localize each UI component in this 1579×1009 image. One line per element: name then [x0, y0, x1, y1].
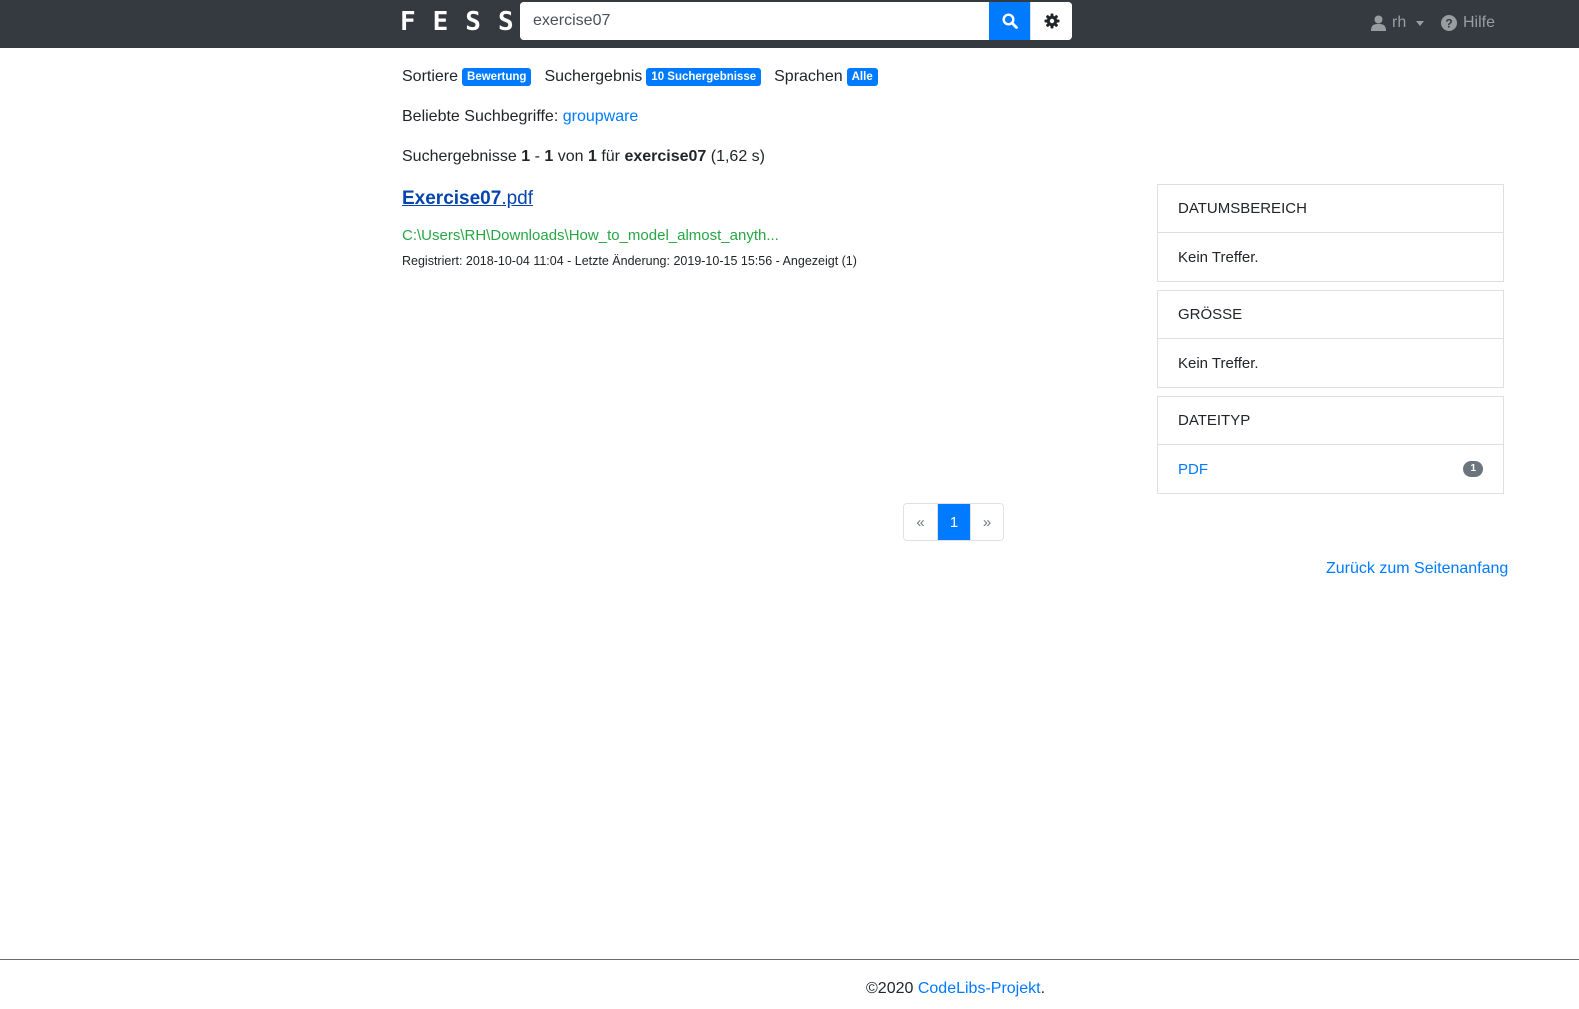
user-icon [1371, 15, 1386, 31]
help-label: Hilfe [1463, 14, 1496, 31]
popular-term-link[interactable]: groupware [563, 108, 639, 125]
facet-size: GRÖSSE Kein Treffer. [1157, 290, 1504, 388]
footer-divider [0, 959, 1579, 960]
user-menu[interactable]: rh [1371, 12, 1425, 34]
result-title-rest: .pdf [501, 188, 534, 209]
results-per-page-filter[interactable]: Suchergebnis 10 Suchergebnisse [544, 68, 762, 86]
sort-filter[interactable]: Sortiere Bewertung [402, 68, 532, 86]
results-badge[interactable]: 10 Suchergebnisse [646, 68, 762, 86]
popular-terms-label: Beliebte Suchbegriffe: [402, 108, 559, 125]
next-page-button[interactable]: » [970, 504, 1003, 540]
back-to-top-link[interactable]: Zurück zum Seitenanfang [1326, 560, 1508, 578]
footer: ©2020 CodeLibs-Projekt. [866, 980, 1045, 998]
search-bar [520, 2, 1072, 40]
facet-file-type: DATEITYP PDF 1 [1157, 396, 1504, 494]
language-filter[interactable]: Sprachen Alle [774, 68, 878, 86]
sort-label: Sortiere [402, 68, 459, 85]
result-meta: Registriert: 2018-10-04 11:04 - Letzte Ä… [402, 254, 857, 268]
prev-page-button[interactable]: « [904, 504, 937, 540]
summary-for: für [601, 148, 620, 165]
help-icon: ? [1441, 15, 1457, 31]
codelibs-link[interactable]: CodeLibs-Projekt [918, 980, 1041, 997]
result-url: C:\Users\RH\Downloads\How_to_model_almos… [402, 227, 779, 244]
result-title-link[interactable]: Exercise07.pdf [402, 188, 533, 210]
facet-title: GRÖSSE [1158, 291, 1503, 339]
language-badge[interactable]: Alle [846, 68, 878, 86]
summary-prefix: Suchergebnisse [402, 148, 517, 165]
search-options-button[interactable] [1030, 2, 1072, 40]
facet-empty: Kein Treffer. [1178, 354, 1259, 372]
search-button[interactable] [989, 2, 1030, 40]
facet-date-range: DATUMSBEREICH Kein Treffer. [1157, 184, 1504, 282]
summary-end: 1 [544, 148, 554, 165]
result-summary: Suchergebnisse 1 - 1 von 1 für exercise0… [402, 148, 765, 166]
search-icon [1001, 13, 1018, 29]
summary-time: (1,62 s) [710, 148, 765, 165]
summary-dash: - [534, 148, 540, 165]
user-name: rh [1392, 14, 1407, 31]
chevron-down-icon [1416, 20, 1425, 26]
facet-title: DATUMSBEREICH [1158, 185, 1503, 233]
popular-terms: Beliebte Suchbegriffe: groupware [402, 108, 638, 126]
svg-text:?: ? [1445, 17, 1452, 31]
summary-start: 1 [521, 148, 531, 165]
facet-empty: Kein Treffer. [1178, 248, 1259, 266]
result-title-highlight: Exercise07 [402, 188, 502, 209]
page-button-current[interactable]: 1 [937, 504, 970, 540]
footer-suffix: . [1040, 980, 1046, 997]
search-input[interactable] [520, 2, 989, 40]
help-link[interactable]: ? Hilfe [1441, 12, 1495, 34]
navbar: FESS rh [0, 0, 1579, 48]
summary-total: 1 [587, 148, 597, 165]
summary-of: von [557, 148, 584, 165]
pagination: « 1 » [903, 503, 1004, 541]
results-label: Suchergebnis [544, 68, 643, 85]
facet-item-label[interactable]: PDF [1178, 461, 1208, 478]
facet-title: DATEITYP [1158, 397, 1503, 445]
gear-icon [1044, 13, 1059, 29]
copyright: ©2020 [866, 980, 914, 997]
count-badge: 1 [1463, 461, 1483, 477]
fess-logo[interactable]: FESS [400, 7, 531, 37]
facet-item-pdf[interactable]: PDF 1 [1158, 445, 1503, 493]
search-filters: Sortiere Bewertung Suchergebnis 10 Suche… [402, 68, 891, 86]
sort-badge[interactable]: Bewertung [462, 68, 532, 86]
summary-query: exercise07 [624, 148, 707, 165]
language-label: Sprachen [774, 68, 843, 85]
